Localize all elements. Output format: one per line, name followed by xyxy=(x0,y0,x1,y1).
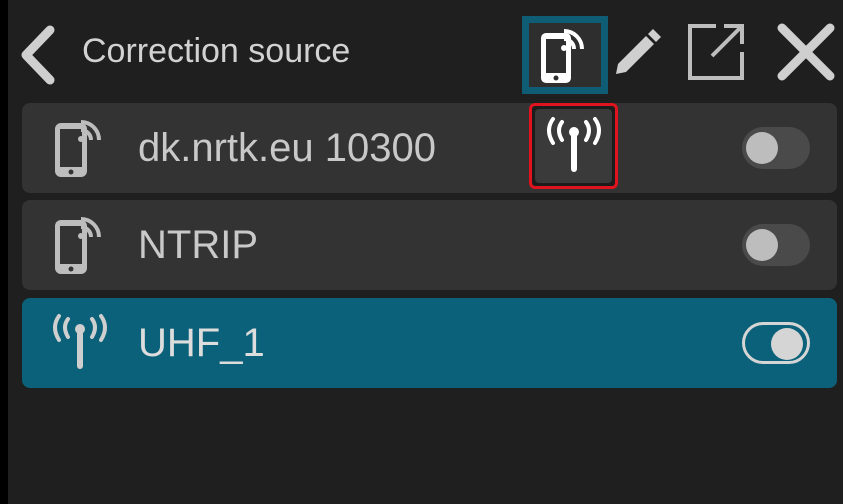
radio-antenna-icon xyxy=(546,117,601,172)
phone-wifi-icon xyxy=(42,113,118,183)
source-row-1[interactable]: dk.nrtk.eu 10300 xyxy=(22,103,837,193)
source-toggle[interactable] xyxy=(742,322,810,364)
correction-source-screen: Correction source dk.nrtk.eu 10300 NTRIP… xyxy=(8,0,843,504)
source-row-3[interactable]: UHF_1 xyxy=(22,298,837,388)
close-icon xyxy=(777,23,835,81)
source-label: UHF_1 xyxy=(138,321,265,365)
close-button[interactable] xyxy=(772,18,840,86)
source-toggle[interactable] xyxy=(742,224,810,266)
source-type-button[interactable] xyxy=(522,16,608,94)
external-link-icon xyxy=(688,24,744,80)
pencil-icon xyxy=(616,29,661,74)
source-label: dk.nrtk.eu 10300 xyxy=(138,126,436,170)
chevron-left-icon xyxy=(21,25,55,85)
phone-wifi-icon xyxy=(42,210,118,280)
phone-wifi-icon xyxy=(541,29,584,83)
edit-button[interactable] xyxy=(606,22,666,82)
export-button[interactable] xyxy=(684,18,750,84)
radio-antenna-icon xyxy=(42,308,118,378)
source-row-2[interactable]: NTRIP xyxy=(22,200,837,290)
highlighted-radio-option[interactable] xyxy=(529,103,618,189)
back-button[interactable] xyxy=(18,20,68,90)
source-label: NTRIP xyxy=(138,223,258,267)
source-toggle[interactable] xyxy=(742,127,810,169)
page-title: Correction source xyxy=(82,32,351,70)
